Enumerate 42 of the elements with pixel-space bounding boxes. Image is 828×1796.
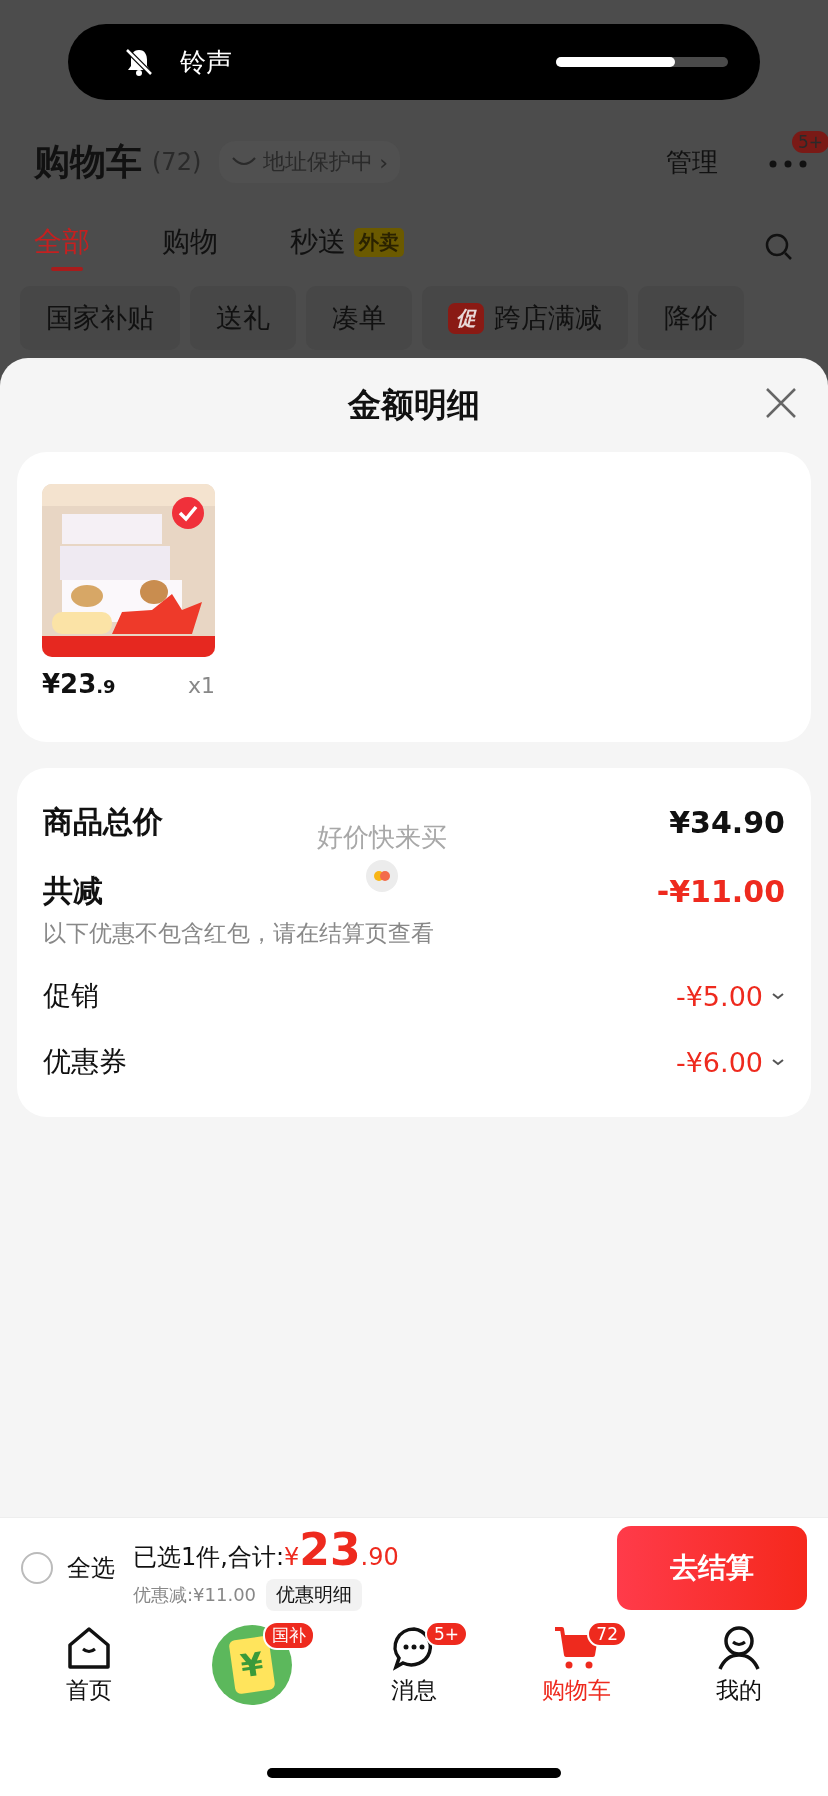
category-tab[interactable]: 秒送 外卖 bbox=[290, 223, 404, 271]
selected-count: 已选1件,合计: bbox=[133, 1542, 284, 1573]
eye-closed-icon bbox=[231, 156, 258, 168]
summary-label: 商品总价 bbox=[43, 803, 163, 841]
promo-tag: 促 bbox=[448, 302, 484, 334]
summary-label: 优惠券 bbox=[43, 1044, 127, 1080]
sheet-title: 金额明细 bbox=[348, 383, 480, 426]
manage-link[interactable]: 管理 bbox=[666, 144, 718, 180]
summary-label: 共减 bbox=[43, 872, 103, 910]
page-title: 购物车 bbox=[34, 139, 142, 184]
tab-tag: 外卖 bbox=[354, 227, 404, 257]
select-all-radio[interactable] bbox=[21, 1551, 53, 1584]
product-price: ¥23.9 bbox=[42, 669, 116, 699]
discount-detail-button[interactable]: 优惠明细 bbox=[266, 1579, 363, 1611]
summary-amount: ¥34.90 bbox=[669, 805, 785, 840]
category-tab[interactable]: 购物 bbox=[162, 223, 218, 271]
category-tab[interactable]: 全部 bbox=[34, 223, 90, 271]
summary-amount: -¥11.00 bbox=[656, 874, 785, 909]
chevron-down-icon[interactable] bbox=[771, 1058, 785, 1066]
quantity: x1 bbox=[187, 673, 215, 698]
select-all-label: 全选 bbox=[67, 1552, 115, 1584]
volume-label: 铃声 bbox=[180, 45, 232, 79]
nav-item[interactable]: 首页 bbox=[14, 1625, 165, 1706]
total-price: ¥23.90 bbox=[284, 1524, 399, 1575]
volume-slider[interactable] bbox=[556, 57, 728, 67]
nav-badge: 72 bbox=[587, 1621, 627, 1647]
summary-amount: -¥6.00 bbox=[675, 1046, 763, 1078]
loading-text: 好价快来买 bbox=[317, 821, 447, 854]
nav-badge: 5+ bbox=[424, 1621, 469, 1647]
discount-amount: 优惠减:¥11.00 bbox=[133, 1583, 257, 1607]
nav-item[interactable]: 我的 bbox=[663, 1625, 814, 1706]
checkmark-icon[interactable] bbox=[171, 496, 205, 530]
notification-badge: 5+ bbox=[792, 131, 828, 153]
chevron-down-icon[interactable] bbox=[771, 992, 785, 1000]
summary-label: 促销 bbox=[43, 978, 99, 1014]
home-icon bbox=[66, 1625, 113, 1671]
discount-note: 以下优惠不包含红包，请在结算页查看 bbox=[43, 919, 435, 948]
loading-dots-icon bbox=[365, 859, 399, 893]
summary-amount: -¥5.00 bbox=[675, 980, 763, 1012]
nav-badge: 国补 bbox=[262, 1621, 315, 1650]
checkout-button[interactable]: 去结算 bbox=[617, 1525, 807, 1610]
chevron-icon: › bbox=[379, 149, 389, 175]
